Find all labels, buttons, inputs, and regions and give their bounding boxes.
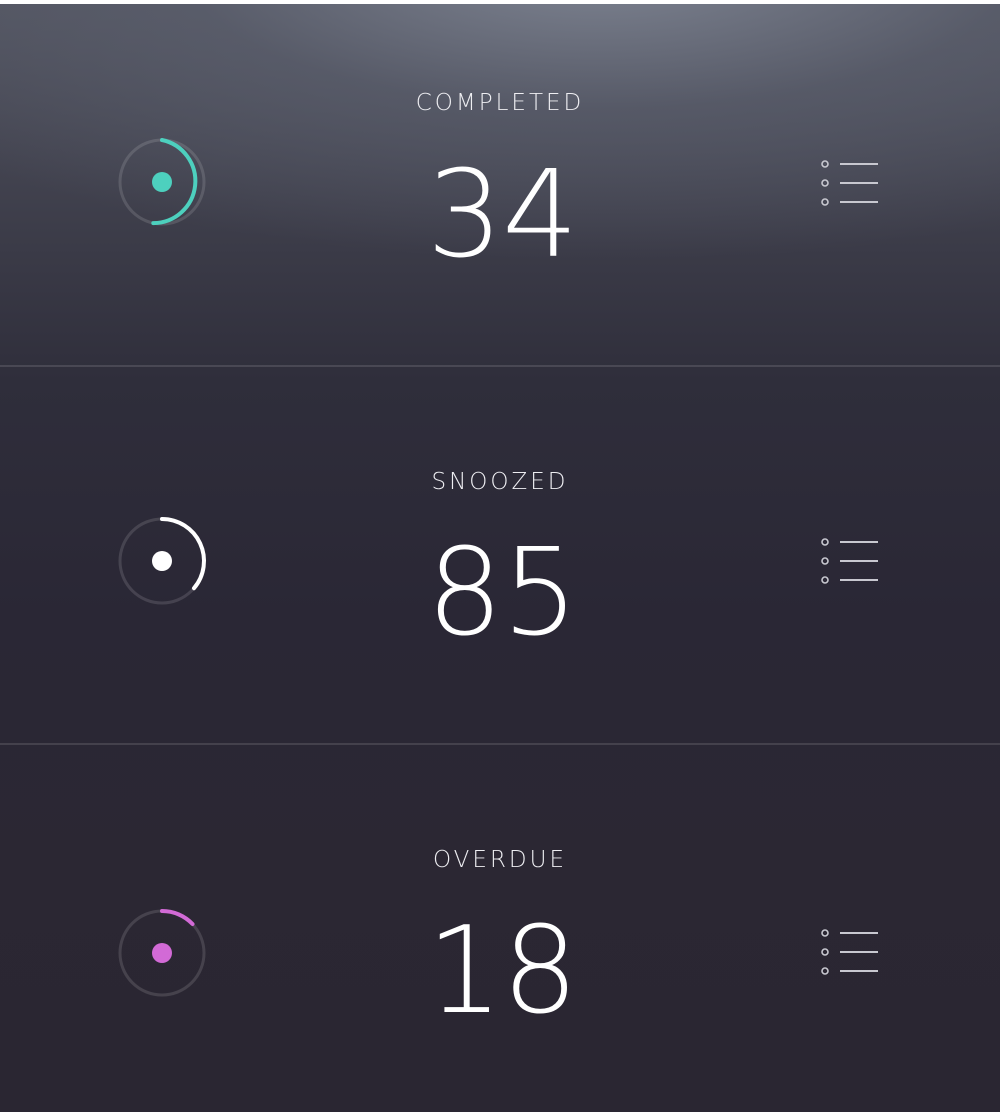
completed-list-icon[interactable] — [818, 159, 880, 207]
completed-progress-ring-icon — [118, 138, 206, 226]
stats-screen: COMPLETED 34 SNOOZED 85 OVERDUE 18 — [0, 4, 1000, 1112]
overdue-list-icon[interactable] — [818, 928, 880, 976]
completed-panel[interactable]: COMPLETED 34 — [0, 4, 1000, 382]
snoozed-count: 85 — [426, 524, 579, 663]
snoozed-panel[interactable]: SNOOZED 85 — [0, 367, 1000, 745]
overdue-label: OVERDUE — [432, 847, 568, 873]
snoozed-progress-ring-icon — [118, 517, 206, 605]
overdue-count: 18 — [426, 902, 579, 1041]
snoozed-label: SNOOZED — [431, 469, 569, 495]
completed-count: 34 — [426, 146, 579, 285]
snoozed-list-icon[interactable] — [818, 537, 880, 585]
overdue-progress-ring-icon — [118, 908, 206, 997]
completed-label: COMPLETED — [415, 90, 585, 116]
overdue-panel[interactable]: OVERDUE 18 — [0, 745, 1000, 1112]
